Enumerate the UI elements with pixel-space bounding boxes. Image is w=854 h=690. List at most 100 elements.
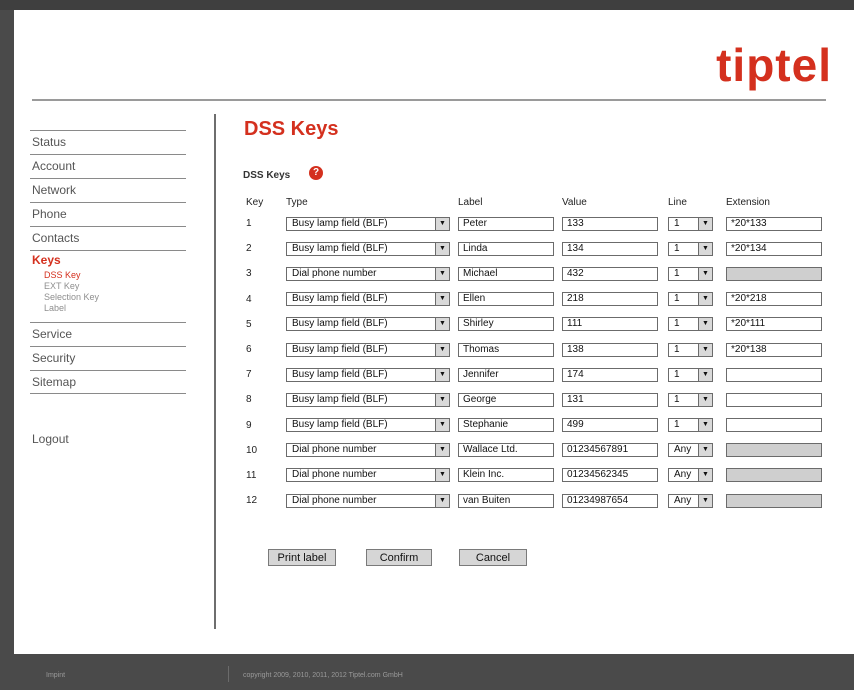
key-number: 11 bbox=[246, 469, 257, 481]
value-field[interactable]: 131 bbox=[562, 392, 658, 407]
subnav-dss-key[interactable]: DSS Key bbox=[30, 270, 186, 281]
print-label-button[interactable]: Print label bbox=[268, 549, 336, 566]
label-field[interactable]: Jennifer bbox=[458, 367, 554, 382]
extension-field[interactable]: *20*218 bbox=[726, 292, 822, 307]
type-select[interactable]: Busy lamp field (BLF) ▼ bbox=[286, 367, 450, 382]
line-select[interactable]: 1 ▼ bbox=[668, 418, 713, 433]
question-icon[interactable]: ? bbox=[309, 166, 323, 180]
extension-field[interactable] bbox=[726, 392, 822, 407]
type-select[interactable]: Busy lamp field (BLF) ▼ bbox=[286, 392, 450, 407]
extension-field[interactable]: *20*134 bbox=[726, 241, 822, 256]
label-field[interactable]: Ellen bbox=[458, 292, 554, 307]
type-select-value: Dial phone number bbox=[292, 267, 377, 279]
line-select[interactable]: 1 ▼ bbox=[668, 292, 713, 307]
value-field[interactable]: 499 bbox=[562, 418, 658, 433]
subnav-label[interactable]: Label bbox=[30, 303, 186, 314]
chevron-down-icon: ▼ bbox=[698, 444, 712, 457]
line-select[interactable]: 1 ▼ bbox=[668, 266, 713, 281]
label-field[interactable]: Wallace Ltd. bbox=[458, 443, 554, 458]
type-select[interactable]: Busy lamp field (BLF) ▼ bbox=[286, 418, 450, 433]
chevron-down-icon: ▼ bbox=[698, 393, 712, 406]
value-field[interactable]: 218 bbox=[562, 292, 658, 307]
line-select[interactable]: Any ▼ bbox=[668, 493, 713, 508]
subnav-ext-key[interactable]: EXT Key bbox=[30, 281, 186, 292]
nav-keys[interactable]: Keys bbox=[30, 250, 186, 269]
type-select[interactable]: Dial phone number ▼ bbox=[286, 493, 450, 508]
type-select[interactable]: Busy lamp field (BLF) ▼ bbox=[286, 241, 450, 256]
nav-phone[interactable]: Phone bbox=[30, 202, 186, 225]
chevron-down-icon: ▼ bbox=[698, 242, 712, 255]
type-select[interactable]: Busy lamp field (BLF) ▼ bbox=[286, 216, 450, 231]
type-select[interactable]: Busy lamp field (BLF) ▼ bbox=[286, 292, 450, 307]
line-select[interactable]: 1 ▼ bbox=[668, 216, 713, 231]
chevron-down-icon: ▼ bbox=[698, 318, 712, 331]
label-field[interactable]: Shirley bbox=[458, 317, 554, 332]
section-label: DSS Keys bbox=[243, 170, 291, 181]
type-select[interactable]: Dial phone number ▼ bbox=[286, 468, 450, 483]
label-field[interactable]: Thomas bbox=[458, 342, 554, 357]
value-field[interactable]: 174 bbox=[562, 367, 658, 382]
nav-network[interactable]: Network bbox=[30, 178, 186, 201]
line-select-value: 1 bbox=[674, 368, 680, 380]
value-field[interactable]: 111 bbox=[562, 317, 658, 332]
footer-imprint-link[interactable]: Impint bbox=[46, 672, 65, 679]
logout-link[interactable]: Logout bbox=[32, 432, 69, 446]
label-field[interactable]: Linda bbox=[458, 241, 554, 256]
table-row: 2 Busy lamp field (BLF) ▼ Linda 134 1 ▼ *20*134 bbox=[240, 236, 826, 261]
value-field[interactable]: 134 bbox=[562, 241, 658, 256]
confirm-button[interactable]: Confirm bbox=[366, 549, 432, 566]
nav-status[interactable]: Status bbox=[30, 130, 186, 153]
type-select[interactable]: Dial phone number ▼ bbox=[286, 266, 450, 281]
col-header-extension: Extension bbox=[726, 196, 770, 208]
line-select-value: Any bbox=[674, 444, 692, 456]
chevron-down-icon: ▼ bbox=[698, 469, 712, 482]
type-select[interactable]: Busy lamp field (BLF) ▼ bbox=[286, 317, 450, 332]
nav-account[interactable]: Account bbox=[30, 154, 186, 177]
extension-field[interactable] bbox=[726, 418, 822, 433]
label-field[interactable]: van Buiten bbox=[458, 493, 554, 508]
value-field[interactable]: 01234562345 bbox=[562, 468, 658, 483]
table-row: 5 Busy lamp field (BLF) ▼ Shirley 111 1 ▼ *20*1… bbox=[240, 312, 826, 337]
nav-sitemap[interactable]: Sitemap bbox=[30, 370, 186, 394]
value-field[interactable]: 01234567891 bbox=[562, 443, 658, 458]
line-select[interactable]: 1 ▼ bbox=[668, 241, 713, 256]
label-field[interactable]: Peter bbox=[458, 216, 554, 231]
line-select[interactable]: Any ▼ bbox=[668, 468, 713, 483]
page-title: DSS Keys bbox=[244, 118, 339, 140]
cancel-button[interactable]: Cancel bbox=[459, 549, 527, 566]
extension-field[interactable]: *20*133 bbox=[726, 216, 822, 231]
key-number: 9 bbox=[246, 419, 252, 431]
type-select-value: Busy lamp field (BLF) bbox=[292, 318, 388, 330]
value-field[interactable]: 138 bbox=[562, 342, 658, 357]
line-select[interactable]: 1 ▼ bbox=[668, 392, 713, 407]
nav-service[interactable]: Service bbox=[30, 322, 186, 345]
key-number: 2 bbox=[246, 243, 252, 255]
line-select[interactable]: Any ▼ bbox=[668, 443, 713, 458]
value-field[interactable]: 432 bbox=[562, 266, 658, 281]
extension-field[interactable]: *20*138 bbox=[726, 342, 822, 357]
value-field[interactable]: 01234987654 bbox=[562, 493, 658, 508]
extension-field bbox=[726, 493, 822, 508]
value-field[interactable]: 133 bbox=[562, 216, 658, 231]
type-select[interactable]: Dial phone number ▼ bbox=[286, 443, 450, 458]
table-row: 8 Busy lamp field (BLF) ▼ George 131 1 ▼ bbox=[240, 387, 826, 412]
line-select[interactable]: 1 ▼ bbox=[668, 317, 713, 332]
line-select-value: 1 bbox=[674, 267, 680, 279]
label-field[interactable]: George bbox=[458, 392, 554, 407]
type-select[interactable]: Busy lamp field (BLF) ▼ bbox=[286, 342, 450, 357]
nav-security[interactable]: Security bbox=[30, 346, 186, 369]
chevron-down-icon: ▼ bbox=[435, 242, 449, 255]
line-select[interactable]: 1 ▼ bbox=[668, 367, 713, 382]
label-field[interactable]: Klein Inc. bbox=[458, 468, 554, 483]
extension-field[interactable]: *20*111 bbox=[726, 317, 822, 332]
nav-contacts[interactable]: Contacts bbox=[30, 226, 186, 249]
line-select[interactable]: 1 ▼ bbox=[668, 342, 713, 357]
table-row: 4 Busy lamp field (BLF) ▼ Ellen 218 1 ▼ *20*218 bbox=[240, 287, 826, 312]
extension-field[interactable] bbox=[726, 367, 822, 382]
label-field[interactable]: Stephanie bbox=[458, 418, 554, 433]
subnav-selection-key[interactable]: Selection Key bbox=[30, 292, 186, 303]
chevron-down-icon: ▼ bbox=[435, 343, 449, 356]
table-row: 11 Dial phone number ▼ Klein Inc. 0123456234… bbox=[240, 463, 826, 488]
key-number: 7 bbox=[246, 369, 252, 381]
label-field[interactable]: Michael bbox=[458, 266, 554, 281]
